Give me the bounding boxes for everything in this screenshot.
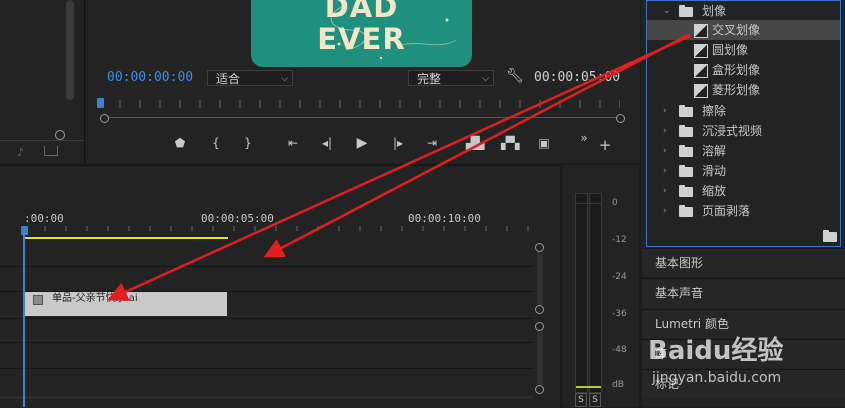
arrow-to-track-region xyxy=(263,32,691,258)
annotation-arrows xyxy=(107,32,691,301)
arrow-to-clip xyxy=(107,34,691,301)
